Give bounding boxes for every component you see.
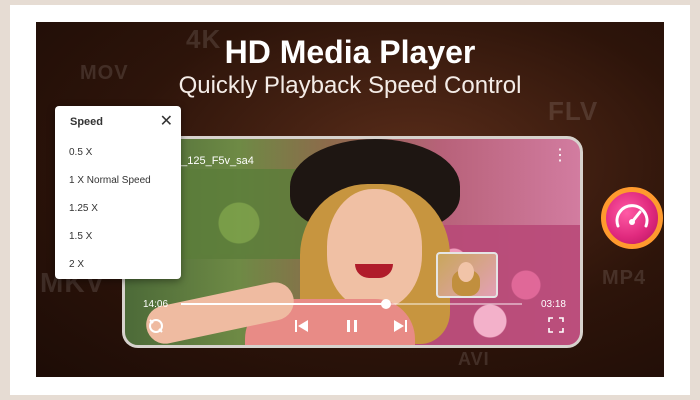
fullscreen-icon[interactable] bbox=[548, 317, 564, 338]
current-time: 14:06 bbox=[143, 299, 169, 310]
format-label-avi: AVI bbox=[458, 349, 490, 369]
video-filename: o_125_F5v_sa4 bbox=[175, 155, 254, 167]
speed-option-0-5x[interactable]: 0.5 X bbox=[69, 147, 92, 158]
page-subtitle: Quickly Playback Speed Control bbox=[178, 72, 522, 99]
speed-option-1-5x[interactable]: 1.5 X bbox=[69, 231, 92, 242]
speedometer-icon bbox=[601, 187, 663, 249]
more-vertical-icon[interactable]: ⋮ bbox=[552, 148, 568, 164]
seek-bar-progress bbox=[181, 303, 386, 305]
close-icon[interactable]: ✕ bbox=[160, 111, 173, 131]
video-player[interactable]: o_125_F5v_sa4 ⋮ 14:06 03:18 bbox=[122, 136, 583, 348]
speed-option-2x[interactable]: 2 X bbox=[69, 259, 84, 270]
speed-option-1-25x[interactable]: 1.25 X bbox=[69, 203, 98, 214]
skip-next-icon[interactable] bbox=[391, 317, 409, 340]
seek-bar-handle[interactable] bbox=[380, 299, 391, 309]
rotate-icon[interactable] bbox=[147, 317, 165, 340]
pause-icon[interactable] bbox=[343, 317, 361, 340]
format-label-flv: FLV bbox=[548, 96, 599, 126]
speed-menu: Speed ✕ 0.5 X 1 X Normal Speed 1.25 X 1.… bbox=[55, 106, 181, 279]
seek-preview-thumbnail bbox=[436, 252, 498, 298]
total-time: 03:18 bbox=[540, 299, 566, 310]
speed-option-normal[interactable]: 1 X Normal Speed bbox=[69, 175, 151, 186]
video-subject-face bbox=[327, 189, 422, 309]
seek-bar[interactable] bbox=[181, 299, 522, 309]
page-title: HD Media Player bbox=[224, 34, 476, 70]
skip-previous-icon[interactable] bbox=[293, 317, 311, 340]
format-label-mp4: MP4 bbox=[602, 267, 647, 289]
speed-menu-title: Speed bbox=[70, 116, 104, 128]
